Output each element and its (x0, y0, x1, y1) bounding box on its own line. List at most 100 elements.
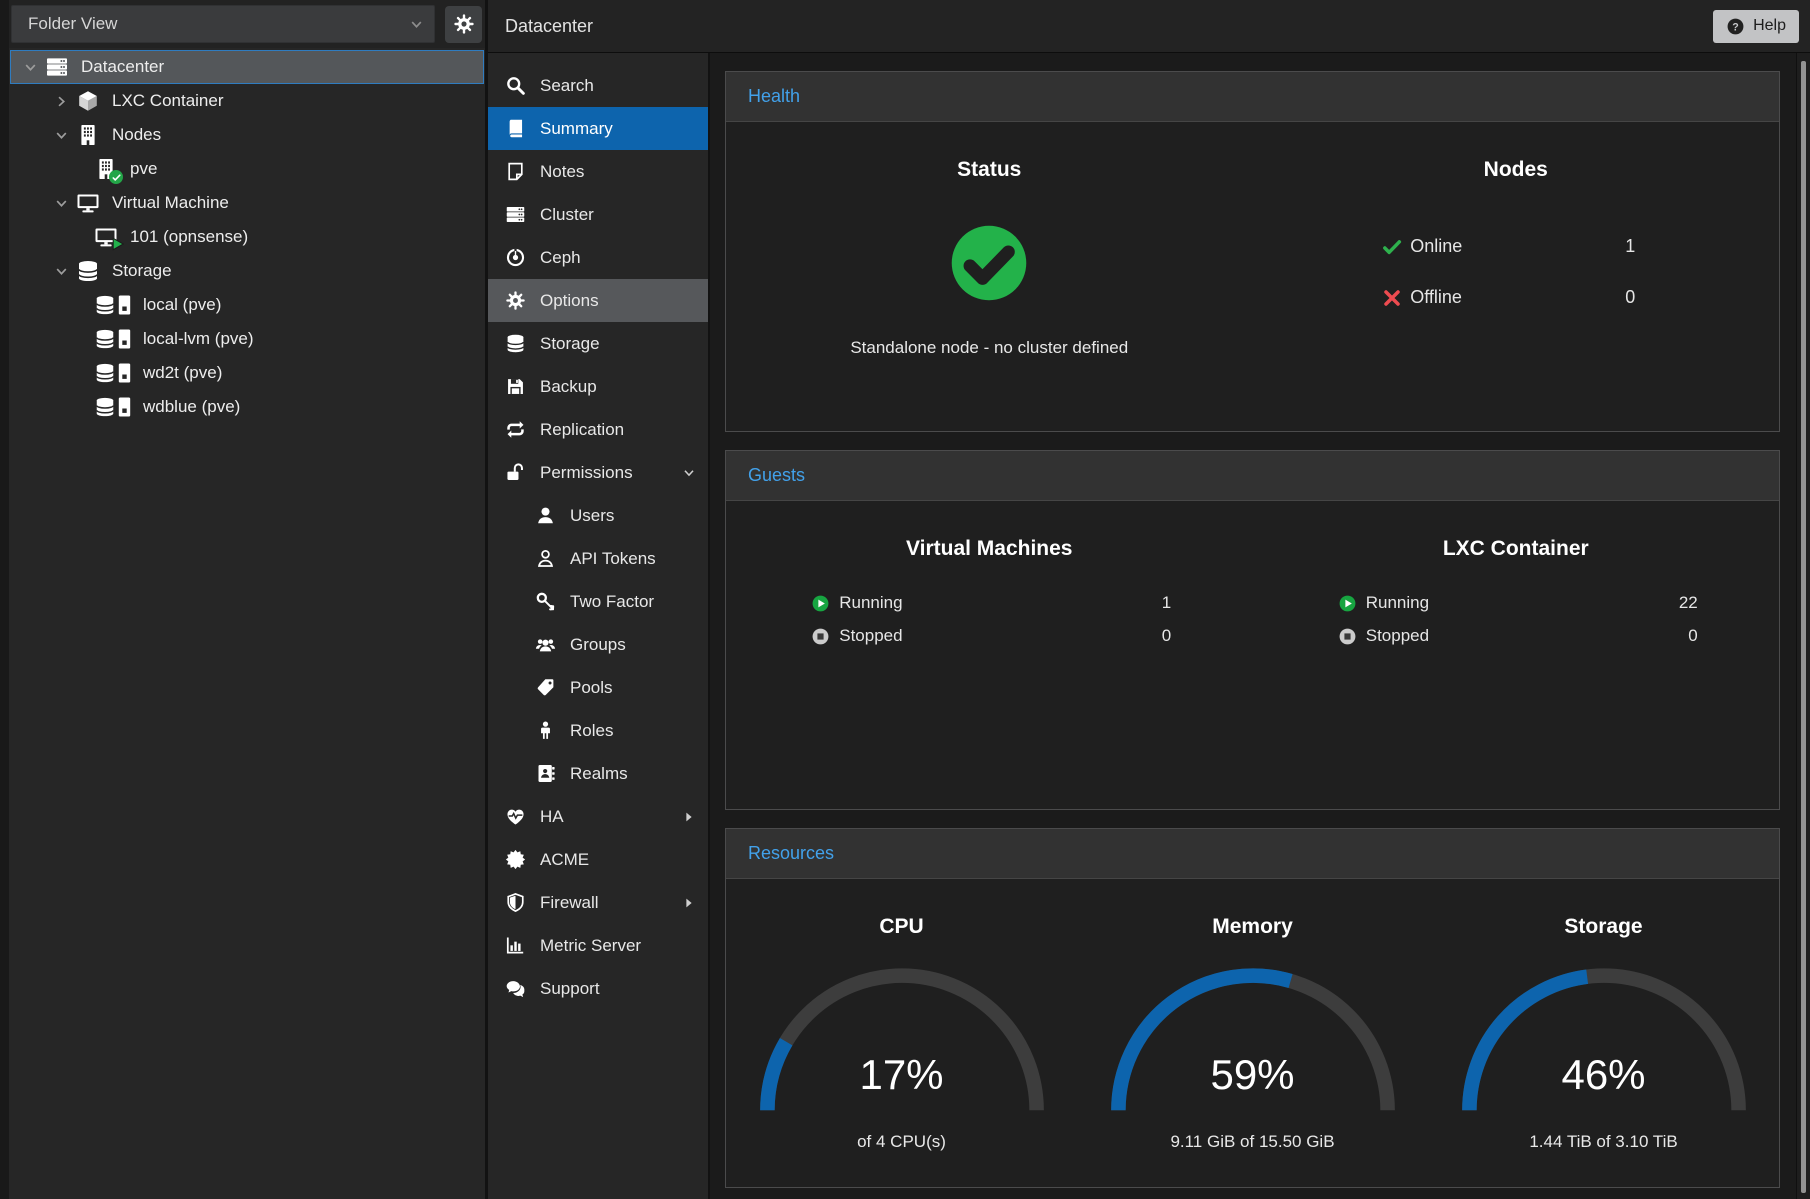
vm-stopped-value: 0 (1162, 626, 1171, 646)
storage-drive-icon (94, 395, 131, 419)
resources-panel: Resources CPU 17% o (725, 828, 1780, 1188)
menu-item-pools[interactable]: Pools (488, 666, 708, 709)
menu-item-ceph[interactable]: Ceph (488, 236, 708, 279)
play-circle-icon (811, 594, 830, 613)
chevron-right-icon[interactable] (54, 94, 69, 109)
menu-item-two-factor[interactable]: Two Factor (488, 580, 708, 623)
question-circle-icon (1726, 17, 1745, 36)
tree-item-pve[interactable]: pve (10, 152, 484, 186)
user-outline-icon (535, 548, 556, 569)
menu-item-label: API Tokens (570, 549, 656, 569)
menu-item-realms[interactable]: Realms (488, 752, 708, 795)
vm-running-value: 1 (1162, 593, 1171, 613)
node-online-icon (94, 157, 118, 181)
menu-item-support[interactable]: Support (488, 967, 708, 1010)
nodes-offline-value: 0 (1625, 287, 1635, 308)
vertical-scrollbar[interactable] (1796, 53, 1810, 1199)
menu-item-label: Notes (540, 162, 584, 182)
menu-item-api-tokens[interactable]: API Tokens (488, 537, 708, 580)
lxc-running-row: Running 22 (1325, 589, 1707, 617)
menu-item-storage[interactable]: Storage (488, 322, 708, 365)
health-status-column: Status Standalone node - no cluster defi… (726, 122, 1253, 431)
vm-stopped-label: Stopped (839, 626, 902, 646)
menu-item-label: Realms (570, 764, 628, 784)
menu-item-ha[interactable]: HA (488, 795, 708, 838)
health-ok-icon (946, 220, 1032, 306)
menu-item-search[interactable]: Search (488, 64, 708, 107)
menu-item-backup[interactable]: Backup (488, 365, 708, 408)
tree-item-storage-local-lvm[interactable]: local-lvm (pve) (10, 322, 484, 356)
tree-item-storage-wd2t[interactable]: wd2t (pve) (10, 356, 484, 390)
database-icon (505, 333, 526, 354)
menu-item-label: Options (540, 291, 599, 311)
chevron-down-icon[interactable] (23, 60, 38, 75)
menu-item-cluster[interactable]: Cluster (488, 193, 708, 236)
desktop-icon (76, 191, 100, 215)
menu-item-permissions[interactable]: Permissions (488, 451, 708, 494)
menu-item-label: HA (540, 807, 564, 827)
lxc-running-value: 22 (1679, 593, 1698, 613)
online-check-badge-icon (109, 170, 123, 184)
menu-item-label: Summary (540, 119, 613, 139)
menu-item-firewall[interactable]: Firewall (488, 881, 708, 924)
book-icon (505, 118, 526, 139)
datacenter-menu: Search Summary Notes Cluster Ceph (488, 53, 710, 1199)
menu-item-label: Roles (570, 721, 613, 741)
chevron-down-icon[interactable] (54, 196, 69, 211)
vm-running-icon (94, 225, 118, 249)
main-area: Datacenter Help Search Summary Note (488, 0, 1810, 1199)
gear-icon (453, 13, 475, 35)
help-button-label: Help (1753, 17, 1786, 35)
tree-item-lxc-container[interactable]: LXC Container (10, 84, 484, 118)
tree-item-storage-local[interactable]: local (pve) (10, 288, 484, 322)
main-header: Datacenter Help (488, 0, 1810, 53)
menu-item-roles[interactable]: Roles (488, 709, 708, 752)
menu-item-replication[interactable]: Replication (488, 408, 708, 451)
lxc-running-label: Running (1366, 593, 1429, 613)
stop-circle-icon (1338, 627, 1357, 646)
tree-item-storage-wdblue[interactable]: wdblue (pve) (10, 390, 484, 424)
tree-item-label: local (pve) (143, 295, 221, 315)
memory-percent: 59% (1107, 1051, 1399, 1099)
menu-item-users[interactable]: Users (488, 494, 708, 537)
menu-item-notes[interactable]: Notes (488, 150, 708, 193)
status-heading: Status (957, 158, 1021, 182)
scrollbar-thumb[interactable] (1801, 61, 1806, 1193)
menu-item-groups[interactable]: Groups (488, 623, 708, 666)
users-icon (535, 634, 556, 655)
menu-item-label: Permissions (540, 463, 633, 483)
shield-icon (505, 892, 526, 913)
chevron-down-icon[interactable] (54, 128, 69, 143)
tree-item-nodes[interactable]: Nodes (10, 118, 484, 152)
help-button[interactable]: Help (1713, 10, 1799, 43)
storage-drive-icon (94, 293, 131, 317)
proxmox-app: Folder View Datacenter LXC Container (0, 0, 1810, 1199)
check-icon (1382, 237, 1402, 257)
health-panel: Health Status Standalone node - no clust… (725, 71, 1780, 432)
server-icon (45, 55, 69, 79)
menu-item-acme[interactable]: ACME (488, 838, 708, 881)
memory-gauge: 59% (1107, 965, 1399, 1118)
tree-item-storage[interactable]: Storage (10, 254, 484, 288)
tree-item-label: Datacenter (81, 57, 164, 77)
tree-item-datacenter[interactable]: Datacenter (10, 50, 484, 84)
tree-item-label: pve (130, 159, 157, 179)
menu-item-summary[interactable]: Summary (488, 107, 708, 150)
stop-circle-icon (811, 627, 830, 646)
chevron-down-icon[interactable] (54, 264, 69, 279)
guests-vm-column: Virtual Machines Running 1 Stopped (726, 501, 1253, 809)
view-mode-select[interactable]: Folder View (11, 5, 435, 43)
lxc-heading: LXC Container (1443, 537, 1589, 561)
menu-item-options[interactable]: Options (488, 279, 708, 322)
tree-item-label: wdblue (pve) (143, 397, 240, 417)
lxc-stopped-label: Stopped (1366, 626, 1429, 646)
cpu-heading: CPU (879, 915, 923, 939)
tree-item-virtual-machine[interactable]: Virtual Machine (10, 186, 484, 220)
menu-item-label: Groups (570, 635, 626, 655)
breadcrumb: Datacenter (505, 16, 593, 37)
tree-item-vm-101[interactable]: 101 (opnsense) (10, 220, 484, 254)
menu-item-metric-server[interactable]: Metric Server (488, 924, 708, 967)
tree-settings-button[interactable] (445, 6, 482, 43)
gear-icon (505, 290, 526, 311)
tree-item-label: Virtual Machine (112, 193, 229, 213)
